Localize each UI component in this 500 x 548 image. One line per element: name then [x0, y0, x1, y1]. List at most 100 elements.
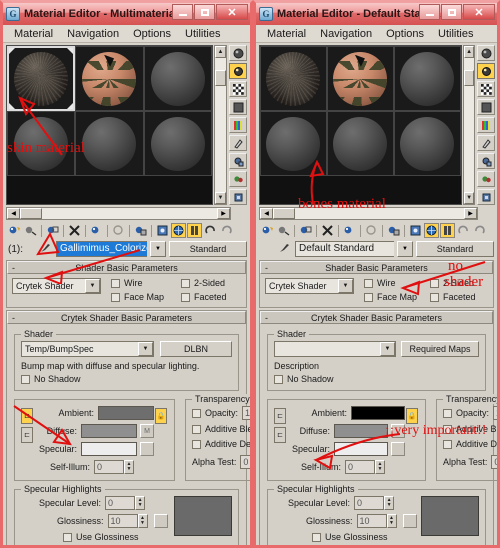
scroll-down-icon[interactable]: ▼	[215, 192, 226, 204]
background-checker-icon[interactable]	[477, 81, 496, 97]
color-lock-icon[interactable]: 🔒	[406, 408, 419, 424]
alpha-test-value-left[interactable]: 0	[240, 455, 250, 469]
sample-slot-6-left[interactable]	[143, 111, 212, 176]
no-shadow-checkbox-left[interactable]: No Shadow	[21, 374, 232, 384]
selfillum-value-left[interactable]: 0	[94, 460, 125, 474]
shader-file-combo-left[interactable]: Temp/BumpSpec ▼	[21, 341, 154, 357]
wire-checkbox-right[interactable]: Wire	[364, 278, 422, 288]
shader-action-button-left[interactable]: DLBN	[160, 341, 232, 357]
menu-utilities-right[interactable]: Utilities	[431, 28, 480, 40]
glossiness-spinner-left[interactable]: 10 ▲ ▼	[107, 514, 148, 528]
sample-slot-1-right[interactable]	[260, 46, 327, 111]
sample-horizontal-scrollbar-left[interactable]: ◀ ▶	[6, 207, 231, 220]
show-end-result-icon[interactable]	[187, 223, 202, 238]
shader-basic-header-left[interactable]: - Shader Basic Parameters	[7, 261, 246, 274]
additive-blending-checkbox-right[interactable]: Additive Blending	[443, 424, 497, 434]
face-map-checkbox-right[interactable]: Face Map	[364, 292, 422, 302]
sample-slot-3-right[interactable]	[393, 46, 461, 111]
faceted-checkbox-left[interactable]: Faceted	[181, 292, 241, 302]
additive-decal-checkbox-right[interactable]: Additive Decal	[443, 439, 497, 449]
show-map-in-viewport-icon[interactable]	[171, 223, 186, 238]
get-material-icon[interactable]	[260, 223, 275, 238]
wire-checkbox-left[interactable]: Wire	[111, 278, 171, 288]
specular-level-value-left[interactable]: 0	[105, 496, 136, 510]
shader-action-button-right[interactable]: Required Maps	[401, 341, 479, 357]
put-to-library-icon[interactable]	[386, 223, 401, 238]
background-checker-icon[interactable]	[229, 81, 247, 97]
ambient-color-swatch-left[interactable]	[98, 406, 155, 420]
close-button-left[interactable]: ✕	[216, 4, 248, 20]
selfillum-value-right[interactable]: 0	[345, 460, 376, 474]
maximize-button-left[interactable]	[194, 4, 215, 20]
titlebar-left[interactable]: G Material Editor - Multimaterial ✕	[3, 3, 250, 25]
shader-basic-header-right[interactable]: - Shader Basic Parameters	[260, 261, 493, 274]
sample-vertical-scrollbar-right[interactable]: ▲ ▼	[462, 45, 476, 205]
no-shadow-checkbox-right[interactable]: No Shadow	[274, 374, 479, 384]
titlebar-right[interactable]: G Material Editor - Default Standard ✕	[256, 3, 497, 25]
make-material-copy-icon[interactable]	[89, 223, 104, 238]
glossiness-map-button-right[interactable]	[402, 514, 417, 528]
material-type-button-left[interactable]: Standard	[169, 241, 247, 257]
go-forward-sibling-icon[interactable]	[472, 223, 487, 238]
get-material-icon[interactable]	[7, 223, 22, 238]
scroll-up-icon[interactable]: ▲	[463, 46, 475, 58]
specular-level-value-right[interactable]: 0	[354, 496, 385, 510]
put-to-scene-icon[interactable]	[276, 223, 291, 238]
go-forward-sibling-icon[interactable]	[219, 223, 234, 238]
crytek-basic-header-right[interactable]: - Crytek Shader Basic Parameters	[260, 311, 493, 324]
crytek-basic-header-left[interactable]: - Crytek Shader Basic Parameters	[7, 311, 246, 324]
opacity-checkbox-left[interactable]: Opacity:	[192, 408, 238, 418]
maximize-button-right[interactable]	[441, 4, 462, 20]
additive-blending-checkbox-left[interactable]: Additive Blending	[192, 424, 250, 434]
sample-horizontal-scrollbar-right[interactable]: ◀ ▶	[259, 207, 478, 220]
diffuse-specular-lock-icon[interactable]: ⊏	[21, 427, 33, 443]
show-map-in-viewport-icon[interactable]	[424, 223, 439, 238]
color-lock-icon[interactable]: 🔒	[155, 408, 168, 424]
two-sided-checkbox-left[interactable]: 2-Sided	[181, 278, 241, 288]
material-id-channel-icon[interactable]	[229, 189, 247, 205]
scroll-thumb[interactable]	[463, 70, 475, 86]
sample-type-sphere-icon[interactable]	[477, 45, 496, 61]
diffuse-map-button-left[interactable]: M	[140, 424, 155, 438]
options-icon[interactable]	[477, 153, 496, 169]
diffuse-map-button-right[interactable]	[391, 424, 406, 438]
selfillum-spinner-right[interactable]: 0 ▲ ▼	[345, 460, 386, 474]
sample-type-sphere-icon[interactable]	[229, 45, 247, 61]
make-preview-icon[interactable]	[229, 135, 247, 151]
opacity-spinner-left[interactable]: 100 ▲▼	[242, 406, 250, 420]
menu-navigation-left[interactable]: Navigation	[60, 28, 126, 40]
go-to-parent-icon[interactable]	[456, 223, 471, 238]
faceted-checkbox-right[interactable]: Faceted	[430, 292, 488, 302]
scroll-thumb[interactable]	[215, 70, 226, 86]
ambient-diffuse-lock-icon[interactable]: ⊏	[274, 408, 286, 424]
make-preview-icon[interactable]	[477, 135, 496, 151]
alpha-test-value-right[interactable]: 0	[491, 455, 497, 469]
sample-uv-tiling-icon[interactable]	[477, 99, 496, 115]
specular-map-button-left[interactable]	[140, 442, 155, 456]
shader-file-combo-right[interactable]: ▼	[274, 341, 396, 357]
chevron-down-icon[interactable]: ▼	[138, 342, 153, 356]
make-unique-icon[interactable]	[111, 223, 126, 238]
reset-map-icon[interactable]	[320, 223, 335, 238]
opacity-value-left[interactable]: 100	[242, 406, 250, 420]
menu-options-right[interactable]: Options	[379, 28, 431, 40]
select-by-material-icon[interactable]	[477, 171, 496, 187]
shader-type-combo-right[interactable]: Crytek Shader ▼	[265, 278, 354, 294]
ambient-diffuse-lock-icon[interactable]: ⊏	[21, 408, 33, 424]
show-end-result-icon[interactable]	[440, 223, 455, 238]
sample-slot-4-right[interactable]	[260, 111, 327, 176]
material-effects-icon[interactable]	[155, 223, 170, 238]
sample-slot-3-left[interactable]	[143, 46, 212, 111]
glossiness-spinner-right[interactable]: 10 ▲ ▼	[356, 514, 397, 528]
material-name-input-left[interactable]: Gallimimus_Colorize_MIC	[56, 241, 147, 257]
eyedropper-icon[interactable]	[276, 241, 292, 257]
spinner-arrows-icon[interactable]: ▲ ▼	[386, 514, 397, 528]
options-icon[interactable]	[229, 153, 247, 169]
spinner-arrows-icon[interactable]: ▲ ▼	[135, 496, 146, 510]
opacity-value-right[interactable]: 100	[493, 406, 497, 420]
face-map-checkbox-left[interactable]: Face Map	[111, 292, 171, 302]
select-by-material-icon[interactable]	[229, 171, 247, 187]
scroll-up-icon[interactable]: ▲	[215, 46, 226, 58]
chevron-down-icon[interactable]: ▼	[338, 279, 353, 293]
put-to-scene-icon[interactable]	[23, 223, 38, 238]
